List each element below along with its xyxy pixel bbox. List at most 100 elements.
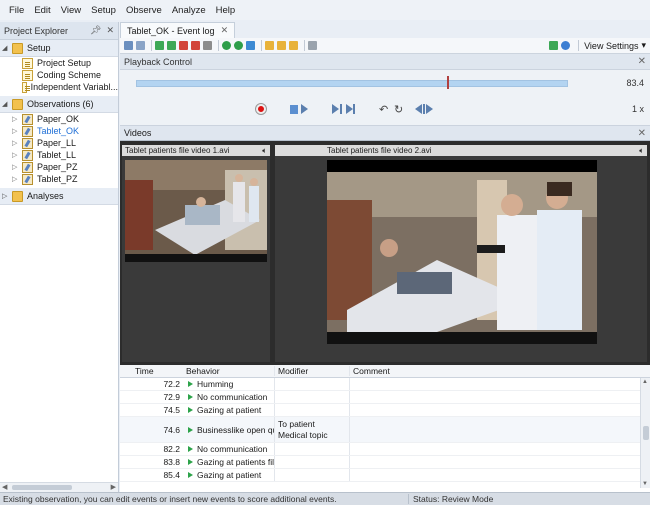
- menu-help[interactable]: Help: [211, 5, 241, 16]
- column-modifier[interactable]: Modifier: [275, 366, 350, 376]
- menu-view[interactable]: View: [56, 5, 86, 16]
- menu-file[interactable]: File: [4, 5, 29, 16]
- menu-analyze[interactable]: Analyze: [167, 5, 211, 16]
- view-settings-dropdown-icon[interactable]: ▾: [641, 40, 646, 51]
- close-tab-icon[interactable]: ✕: [221, 25, 229, 36]
- close-explorer-icon[interactable]: ✕: [106, 25, 114, 36]
- playback-speed[interactable]: 1 x: [632, 104, 644, 114]
- observation-tablet-ll[interactable]: ▷ Tablet_LL: [0, 149, 118, 161]
- event-modifier[interactable]: [275, 469, 350, 481]
- step-forward-button[interactable]: [332, 103, 355, 115]
- scrollbar-thumb[interactable]: [643, 426, 649, 440]
- close-playback-icon[interactable]: ✕: [638, 56, 646, 67]
- event-modifier[interactable]: [275, 443, 350, 455]
- menu-edit[interactable]: Edit: [29, 5, 55, 16]
- tree-item-coding-scheme[interactable]: Coding Scheme: [0, 69, 118, 81]
- event-behavior[interactable]: Gazing at patient: [184, 469, 275, 481]
- collapse-arrow-icon[interactable]: ◢: [2, 44, 12, 52]
- observation-icon: [22, 113, 33, 125]
- tree-item-independent-variables[interactable]: Independent Variabl...: [0, 81, 118, 93]
- scroll-left-icon[interactable]: ◀: [2, 483, 7, 491]
- event-behavior[interactable]: Humming: [184, 378, 275, 390]
- event-modifier[interactable]: [275, 404, 350, 416]
- help-icon[interactable]: [561, 41, 571, 50]
- event-modifier[interactable]: [275, 378, 350, 390]
- expand-arrow-icon[interactable]: ▷: [12, 151, 22, 159]
- event-modifier[interactable]: [275, 456, 350, 468]
- remove-event-icon[interactable]: [191, 41, 200, 50]
- event-behavior[interactable]: No communication: [184, 391, 275, 403]
- expand-arrow-icon[interactable]: ▷: [12, 127, 22, 135]
- table-row[interactable]: 85.4 Gazing at patient: [120, 469, 650, 482]
- table-row[interactable]: 72.2 Humming: [120, 378, 650, 391]
- observation-paper-pz[interactable]: ▷ Paper_PZ: [0, 161, 118, 173]
- table-row[interactable]: 74.6 Businesslike open que To patient Medic…: [120, 417, 650, 443]
- observation-tablet-ok[interactable]: ▷ Tablet_OK: [0, 125, 118, 137]
- paste-icon[interactable]: [277, 41, 286, 50]
- table-row[interactable]: 83.8 Gazing at patients file: [120, 456, 650, 469]
- event-log-vertical-scrollbar[interactable]: ▲ ▼: [640, 378, 650, 488]
- grid-icon[interactable]: [308, 41, 317, 50]
- expand-arrow-icon[interactable]: ▷: [12, 139, 22, 147]
- expand-arrow-icon[interactable]: ▷: [12, 115, 22, 123]
- setup-folder-icon: [12, 42, 23, 54]
- record-button[interactable]: [256, 103, 266, 115]
- expand-tool-icon[interactable]: [136, 41, 145, 50]
- observation-paper-ok[interactable]: ▷ Paper_OK: [0, 113, 118, 125]
- expand-arrow-icon[interactable]: ▷: [12, 175, 22, 183]
- event-modifier[interactable]: [275, 391, 350, 403]
- export-icon[interactable]: [549, 41, 559, 50]
- frame-step-button[interactable]: [415, 103, 433, 115]
- expand-arrow-icon[interactable]: ▷: [2, 192, 12, 200]
- menu-observe[interactable]: Observe: [121, 5, 167, 16]
- scroll-up-icon[interactable]: ▲: [642, 379, 648, 385]
- insert-event-before-icon[interactable]: [167, 41, 176, 50]
- column-time[interactable]: Time: [120, 366, 184, 376]
- duplicate-icon[interactable]: [289, 41, 298, 50]
- select-tool-icon[interactable]: [124, 41, 133, 50]
- play-pause-button[interactable]: [290, 103, 308, 115]
- column-behavior[interactable]: Behavior: [184, 366, 275, 376]
- observation-tablet-pz[interactable]: ▷ Tablet_PZ: [0, 173, 118, 185]
- copy-icon[interactable]: [265, 41, 274, 50]
- event-behavior[interactable]: Businesslike open que: [184, 417, 275, 442]
- insert-event-icon[interactable]: [155, 41, 164, 50]
- column-comment[interactable]: Comment: [350, 366, 650, 376]
- observation-paper-ll[interactable]: ▷ Paper_LL: [0, 137, 118, 149]
- jump-icon[interactable]: [246, 41, 255, 50]
- expand-arrow-icon[interactable]: ▷: [12, 163, 22, 171]
- setup-section[interactable]: ◢ Setup: [0, 40, 118, 57]
- video-1-frame[interactable]: [125, 160, 267, 262]
- redo-button[interactable]: ↻: [394, 103, 403, 116]
- playback-position-marker[interactable]: [447, 76, 449, 89]
- table-row[interactable]: 82.2 No communication: [120, 443, 650, 456]
- speaker-icon[interactable]: 🔈︎: [262, 146, 267, 156]
- collapse-arrow-icon[interactable]: ◢: [2, 100, 12, 108]
- video-2-frame[interactable]: [327, 160, 597, 344]
- event-behavior[interactable]: Gazing at patients file: [184, 456, 275, 468]
- event-behavior[interactable]: Gazing at patient: [184, 404, 275, 416]
- pin-icon[interactable]: 📌︎: [90, 25, 101, 36]
- tree-item-project-setup[interactable]: Project Setup: [0, 57, 118, 69]
- close-videos-icon[interactable]: ✕: [638, 128, 646, 139]
- event-behavior[interactable]: No communication: [184, 443, 275, 455]
- table-row[interactable]: 74.5 Gazing at patient: [120, 404, 650, 417]
- view-settings-button[interactable]: View Settings: [584, 41, 638, 51]
- delete-event-icon[interactable]: [179, 41, 188, 50]
- speaker-icon[interactable]: 🔈︎: [639, 146, 644, 156]
- zoom-in-icon[interactable]: [222, 41, 231, 50]
- event-modifier[interactable]: To patient Medical topic: [275, 417, 350, 442]
- print-icon[interactable]: [203, 41, 212, 50]
- table-row[interactable]: 72.9 No communication: [120, 391, 650, 404]
- observations-section[interactable]: ◢ Observations (6): [0, 96, 118, 113]
- rewind-button[interactable]: ↶: [379, 103, 388, 116]
- tab-event-log[interactable]: Tablet_OK - Event log ✕: [120, 22, 236, 38]
- zoom-out-icon[interactable]: [234, 41, 243, 50]
- playback-timeline[interactable]: [136, 80, 568, 87]
- analyses-section[interactable]: ▷ Analyses: [0, 188, 118, 205]
- scroll-right-icon[interactable]: ▶: [111, 483, 116, 491]
- menu-setup[interactable]: Setup: [86, 5, 121, 16]
- scroll-down-icon[interactable]: ▼: [642, 481, 648, 487]
- explorer-horizontal-scrollbar[interactable]: ◀ ▶: [0, 482, 118, 492]
- scrollbar-thumb[interactable]: [12, 485, 72, 490]
